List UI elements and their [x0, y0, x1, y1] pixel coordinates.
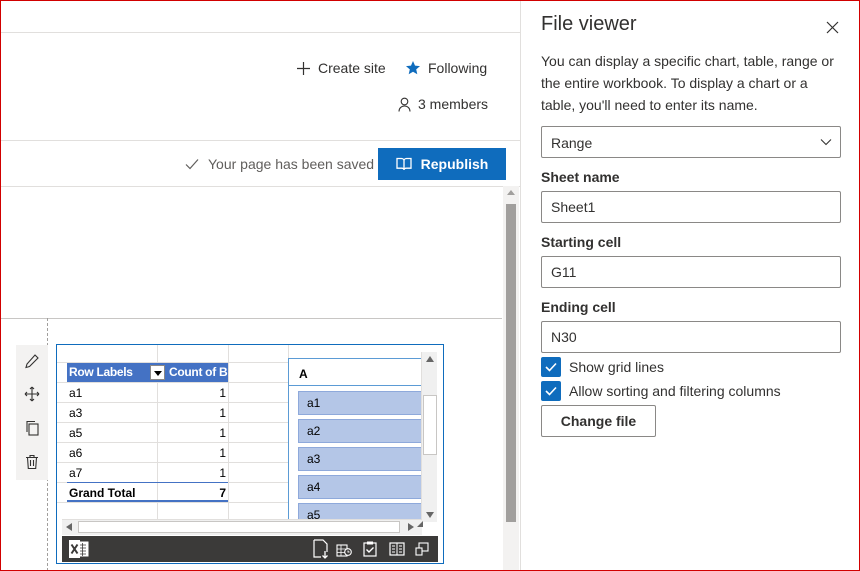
web-part-toolbar [16, 345, 48, 480]
panel-title: File viewer [541, 13, 637, 35]
page-editor-area: Create site Following 3 members Your pag… [0, 0, 520, 571]
delete-web-part-button[interactable] [16, 446, 48, 478]
close-icon [826, 21, 838, 33]
pivot-header-row: Row Labels Count of B [67, 363, 228, 382]
checkbox-checked[interactable] [541, 381, 561, 401]
republish-label: Republish [420, 156, 489, 172]
following-button[interactable]: Following [405, 60, 487, 76]
book-icon [396, 157, 412, 171]
save-status: Your page has been saved [185, 156, 374, 172]
edit-web-part-button[interactable] [16, 345, 48, 377]
download-icon[interactable] [310, 539, 332, 559]
ending-cell-label: Ending cell [541, 299, 616, 315]
resize-grip [417, 521, 423, 527]
refresh-data-icon[interactable] [334, 539, 354, 559]
show-grid-lines-label: Show grid lines [569, 359, 664, 375]
move-icon [24, 386, 40, 402]
pencil-icon [25, 354, 39, 369]
ending-cell-input[interactable] [541, 321, 841, 353]
allow-sorting-label: Allow sorting and filtering columns [569, 383, 781, 399]
move-web-part-button[interactable] [16, 378, 48, 410]
checkmark-icon [545, 362, 557, 372]
scroll-thumb[interactable] [78, 521, 400, 533]
row-labels-filter-dropdown[interactable] [150, 365, 165, 380]
display-type-dropdown[interactable]: Range [541, 126, 841, 158]
starting-cell-input[interactable] [541, 256, 841, 288]
count-of-b-header: Count of B [169, 365, 228, 379]
panel-description: You can display a specific chart, table,… [541, 53, 834, 113]
scroll-thumb[interactable] [506, 204, 516, 522]
starting-cell-label: Starting cell [541, 234, 622, 250]
create-site-button[interactable]: Create site [296, 60, 386, 76]
slicer-item[interactable]: a2 [298, 419, 421, 443]
create-site-label: Create site [318, 60, 386, 76]
canvas-scrollbar[interactable] [503, 186, 519, 571]
scroll-left-arrow[interactable] [66, 523, 72, 531]
scroll-down-arrow[interactable] [426, 512, 434, 518]
file-viewer-panel: File viewer You can display a specific c… [520, 0, 860, 571]
trash-icon [26, 454, 38, 470]
duplicate-web-part-button[interactable] [16, 412, 48, 444]
copy-icon [26, 420, 39, 436]
slicer-item[interactable]: a3 [298, 447, 421, 471]
reading-view-icon[interactable] [387, 539, 407, 559]
scroll-up-arrow[interactable] [507, 190, 515, 195]
full-screen-icon[interactable] [412, 539, 432, 559]
excel-logo-icon[interactable] [68, 539, 90, 559]
checkbox-checked[interactable] [541, 357, 561, 377]
plus-icon [297, 61, 310, 75]
star-filled-icon [406, 61, 420, 75]
worksheet-grid[interactable]: Row Labels Count of B a1 1 a3 1 a5 1 a6 … [57, 345, 427, 521]
show-grid-lines-checkbox[interactable]: Show grid lines [541, 357, 664, 377]
republish-button[interactable]: Republish [378, 148, 506, 180]
close-panel-button[interactable] [821, 16, 843, 38]
pivot-row[interactable]: a3 1 [67, 403, 228, 423]
divider [0, 186, 520, 187]
sheet-name-input[interactable] [541, 191, 841, 223]
grid-horizontal-scrollbar[interactable] [62, 519, 422, 535]
allow-sorting-checkbox[interactable]: Allow sorting and filtering columns [541, 381, 781, 401]
row-labels-header: Row Labels [69, 365, 133, 379]
divider [0, 140, 520, 141]
members-button[interactable]: 3 members [398, 96, 488, 112]
checkmark-icon [545, 386, 557, 396]
members-label: 3 members [418, 96, 489, 112]
scroll-right-arrow[interactable] [408, 523, 414, 531]
display-type-value: Range [551, 135, 593, 151]
pivot-row[interactable]: a1 1 [67, 383, 228, 403]
calculate-icon[interactable] [360, 539, 380, 559]
divider [0, 32, 520, 33]
pivot-row[interactable]: a7 1 [67, 463, 228, 483]
slicer-item[interactable]: a4 [298, 475, 421, 499]
excel-web-part[interactable]: Row Labels Count of B a1 1 a3 1 a5 1 a6 … [56, 344, 444, 564]
checkmark-icon [185, 159, 199, 170]
following-label: Following [428, 60, 488, 76]
pivot-row[interactable]: a5 1 [67, 423, 228, 443]
scroll-thumb[interactable] [423, 395, 437, 455]
pivot-grand-total-row[interactable]: Grand Total 7 [67, 482, 228, 502]
slicer-a[interactable]: A a1 a2 a3 a4 a5 [288, 358, 421, 521]
person-icon [398, 97, 411, 112]
save-status-text: Your page has been saved [208, 156, 375, 172]
change-file-button[interactable]: Change file [541, 405, 656, 437]
grid-vertical-scrollbar[interactable] [421, 352, 437, 522]
chevron-down-icon [820, 139, 832, 146]
slicer-title: A [299, 367, 308, 381]
sheet-name-label: Sheet name [541, 169, 620, 185]
slicer-item[interactable]: a1 [298, 391, 421, 415]
scroll-up-arrow[interactable] [426, 356, 434, 362]
pivot-row[interactable]: a6 1 [67, 443, 228, 463]
excel-viewer-toolbar [62, 536, 438, 562]
